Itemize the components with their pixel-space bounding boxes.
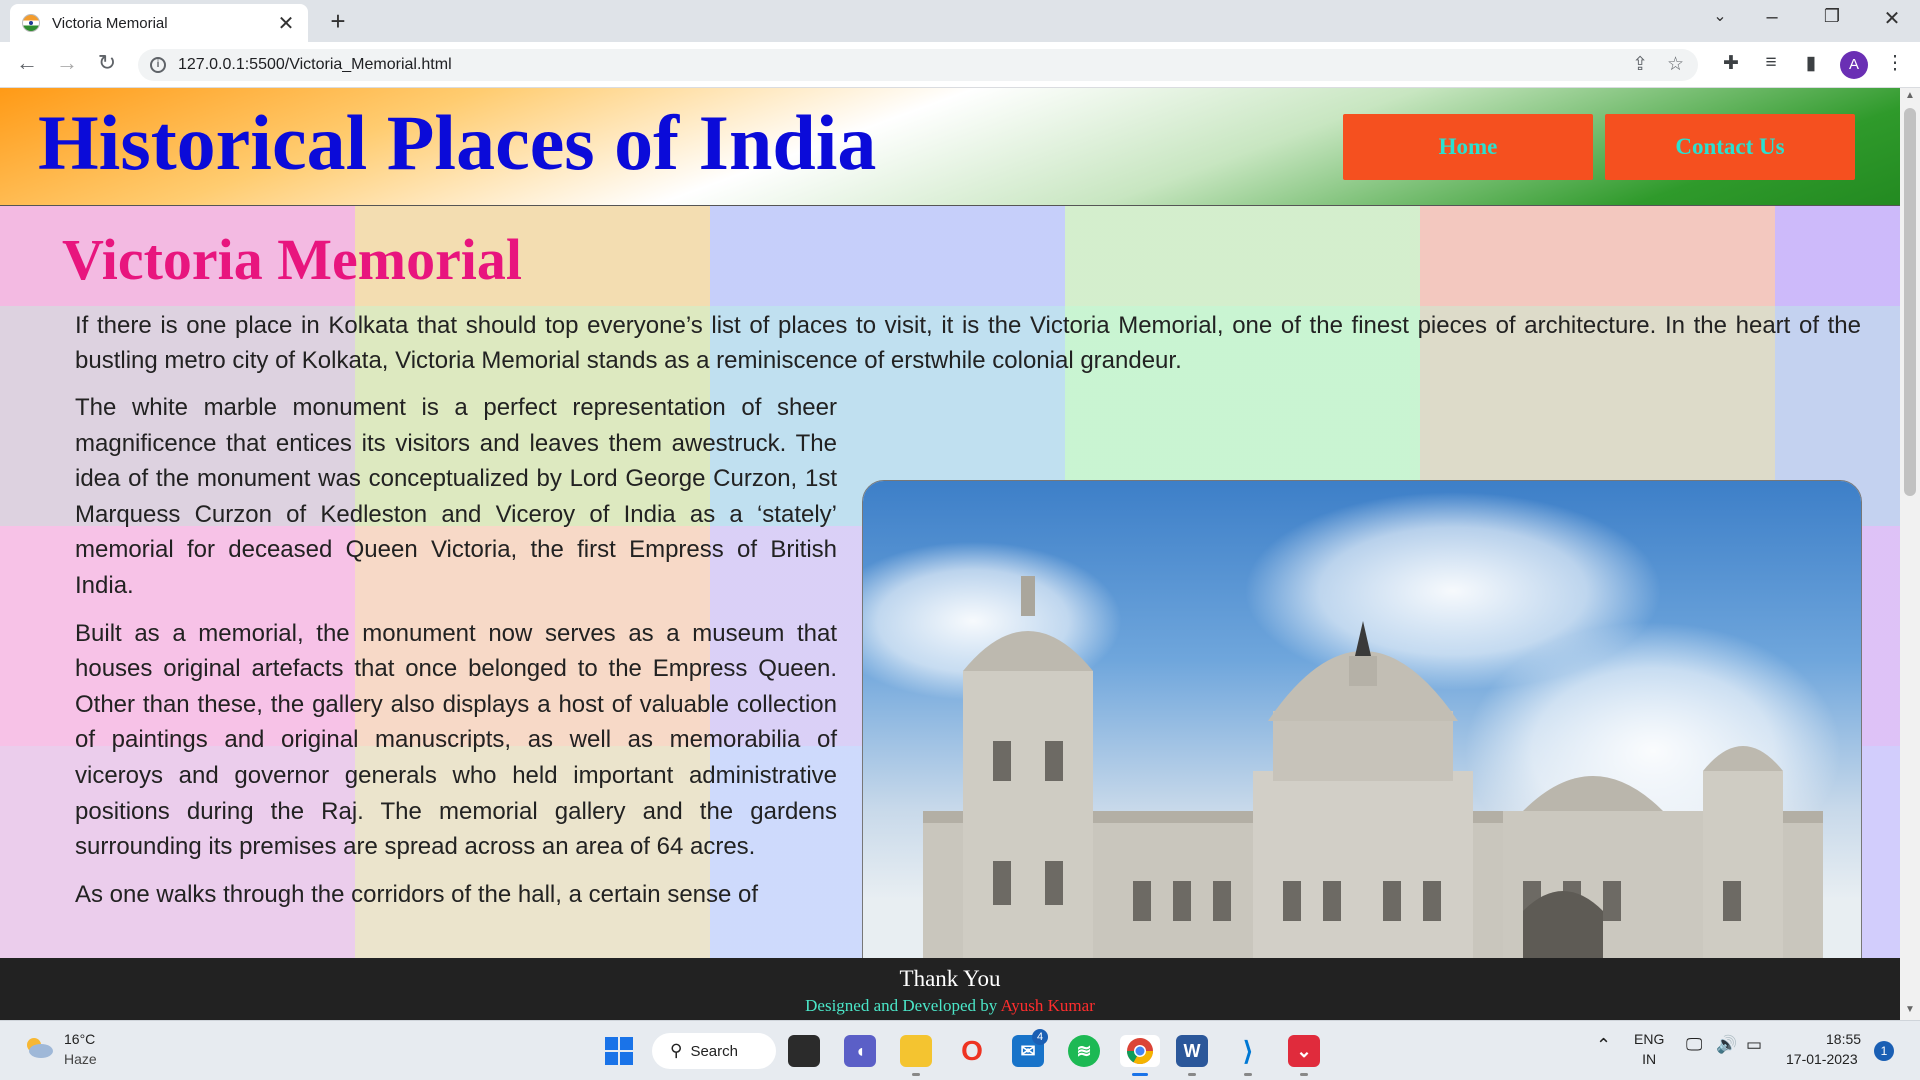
site-title: Historical Places of India xyxy=(38,99,877,186)
running-indicator xyxy=(1132,1073,1148,1076)
url-text: 127.0.0.1:5500/Victoria_Memorial.html xyxy=(178,56,452,73)
forward-icon[interactable]: → xyxy=(52,50,82,76)
taskbar-search[interactable]: ⚲ Search xyxy=(652,1033,776,1069)
scroll-up-arrow-icon[interactable]: ▲ xyxy=(1904,90,1916,101)
extensions-icon[interactable]: ✚ xyxy=(1718,52,1744,75)
memorial-building-illustration xyxy=(863,576,1823,1020)
close-window-icon[interactable]: ✕ xyxy=(1872,6,1912,31)
restore-icon[interactable]: ❐ xyxy=(1812,6,1852,27)
paragraph: As one walks through the corridors of th… xyxy=(75,880,759,908)
nav-contact-button[interactable]: Contact Us xyxy=(1605,114,1855,180)
article-heading: Victoria Memorial xyxy=(62,227,523,292)
site-footer: Thank You Designed and Developed by Ayus… xyxy=(0,958,1900,1020)
paragraph: The white marble monument is a perfect r… xyxy=(75,394,837,599)
show-hidden-icons-icon[interactable]: ⌃ xyxy=(1596,1035,1611,1056)
browser-toolbar: ← → ↻ i 127.0.0.1:5500/Victoria_Memorial… xyxy=(0,42,1920,88)
profile-avatar[interactable]: A xyxy=(1840,51,1868,79)
volume-icon[interactable]: 🔊 xyxy=(1716,1035,1737,1055)
scroll-down-arrow-icon[interactable]: ▼ xyxy=(1904,1004,1916,1015)
side-panel-icon[interactable]: ▮ xyxy=(1798,52,1824,75)
india-flag-favicon-icon xyxy=(22,14,40,32)
weather-temperature: 16°C xyxy=(64,1031,96,1047)
running-indicator xyxy=(1300,1073,1308,1076)
vscode-icon[interactable]: ⟩ xyxy=(1232,1035,1264,1067)
page-viewport: Historical Places of India Home Contact … xyxy=(0,88,1900,1020)
paragraph: Built as a memorial, the monument now se… xyxy=(75,619,837,861)
address-bar[interactable]: i 127.0.0.1:5500/Victoria_Memorial.html … xyxy=(138,49,1698,81)
footer-credit: Designed and Developed by Ayush Kumar xyxy=(0,996,1900,1016)
pocket-icon[interactable]: ⌄ xyxy=(1288,1035,1320,1067)
back-icon[interactable]: ← xyxy=(12,50,42,76)
site-info-icon[interactable]: i xyxy=(150,57,166,73)
text-column: The white marble monument is a perfect r… xyxy=(75,390,837,924)
browser-tab[interactable]: Victoria Memorial ✕ xyxy=(10,4,308,42)
network-icon[interactable]: 🖵 xyxy=(1686,1035,1702,1055)
taskbar-search-label: Search xyxy=(690,1042,738,1060)
footer-credit-prefix: Designed and Developed by xyxy=(805,996,998,1015)
task-view-icon[interactable] xyxy=(788,1035,820,1067)
running-indicator xyxy=(1188,1073,1196,1076)
language-indicator[interactable]: ENG IN xyxy=(1634,1031,1664,1067)
minimize-icon[interactable]: – xyxy=(1752,6,1792,29)
menu-kebab-icon[interactable]: ⋮ xyxy=(1882,52,1908,75)
spotify-icon[interactable]: ≋ xyxy=(1068,1035,1100,1067)
article-content: Victoria Memorial If there is one place … xyxy=(0,206,1900,1020)
weather-haze-icon[interactable] xyxy=(22,1035,54,1061)
region-code: IN xyxy=(1642,1051,1657,1067)
victoria-memorial-photo xyxy=(862,480,1862,1020)
word-icon[interactable]: W xyxy=(1176,1035,1208,1067)
battery-icon[interactable]: ▭ xyxy=(1746,1035,1762,1055)
nav-home-button[interactable]: Home xyxy=(1343,114,1593,180)
windows-taskbar: 16°C Haze ⚲ Search ◖ O ✉ 4 ≋ W ⟩ ⌄ ⌃ ENG… xyxy=(0,1020,1920,1080)
new-tab-icon[interactable]: + xyxy=(324,6,352,37)
file-explorer-icon[interactable] xyxy=(900,1035,932,1067)
footer-thanks: Thank You xyxy=(899,966,1001,991)
search-icon: ⚲ xyxy=(670,1041,683,1060)
language-code: ENG xyxy=(1634,1031,1665,1047)
notification-count[interactable]: 1 xyxy=(1874,1041,1894,1061)
scrollbar-thumb[interactable] xyxy=(1904,108,1916,496)
mail-badge: 4 xyxy=(1032,1029,1048,1045)
bookmark-star-icon[interactable]: ☆ xyxy=(1667,53,1684,76)
share-icon[interactable]: ⇪ xyxy=(1632,53,1648,76)
browser-tab-strip: Victoria Memorial ✕ + ⌄ – ❐ ✕ xyxy=(0,0,1920,42)
running-indicator xyxy=(912,1073,920,1076)
reading-list-icon[interactable]: ≡ xyxy=(1758,52,1784,74)
opera-browser-icon[interactable]: O xyxy=(956,1035,988,1067)
tab-search-chevron-icon[interactable]: ⌄ xyxy=(1700,6,1740,26)
clock-date[interactable]: 17-01-2023 xyxy=(1786,1051,1858,1067)
clock-time[interactable]: 18:55 xyxy=(1826,1031,1861,1047)
chrome-icon[interactable] xyxy=(1120,1035,1160,1067)
teams-chat-icon[interactable]: ◖ xyxy=(844,1035,876,1067)
tab-title: Victoria Memorial xyxy=(52,14,168,32)
page-scrollbar[interactable]: ▲ ▼ xyxy=(1900,88,1920,1020)
close-tab-icon[interactable]: ✕ xyxy=(276,11,296,36)
windows-start-icon[interactable] xyxy=(603,1035,635,1067)
weather-description: Haze xyxy=(64,1051,97,1067)
site-header: Historical Places of India Home Contact … xyxy=(0,88,1900,206)
running-indicator xyxy=(1244,1073,1252,1076)
intro-paragraph: If there is one place in Kolkata that sh… xyxy=(75,312,1861,374)
reload-icon[interactable]: ↻ xyxy=(92,50,122,76)
footer-author-name: Ayush Kumar xyxy=(1000,996,1095,1015)
